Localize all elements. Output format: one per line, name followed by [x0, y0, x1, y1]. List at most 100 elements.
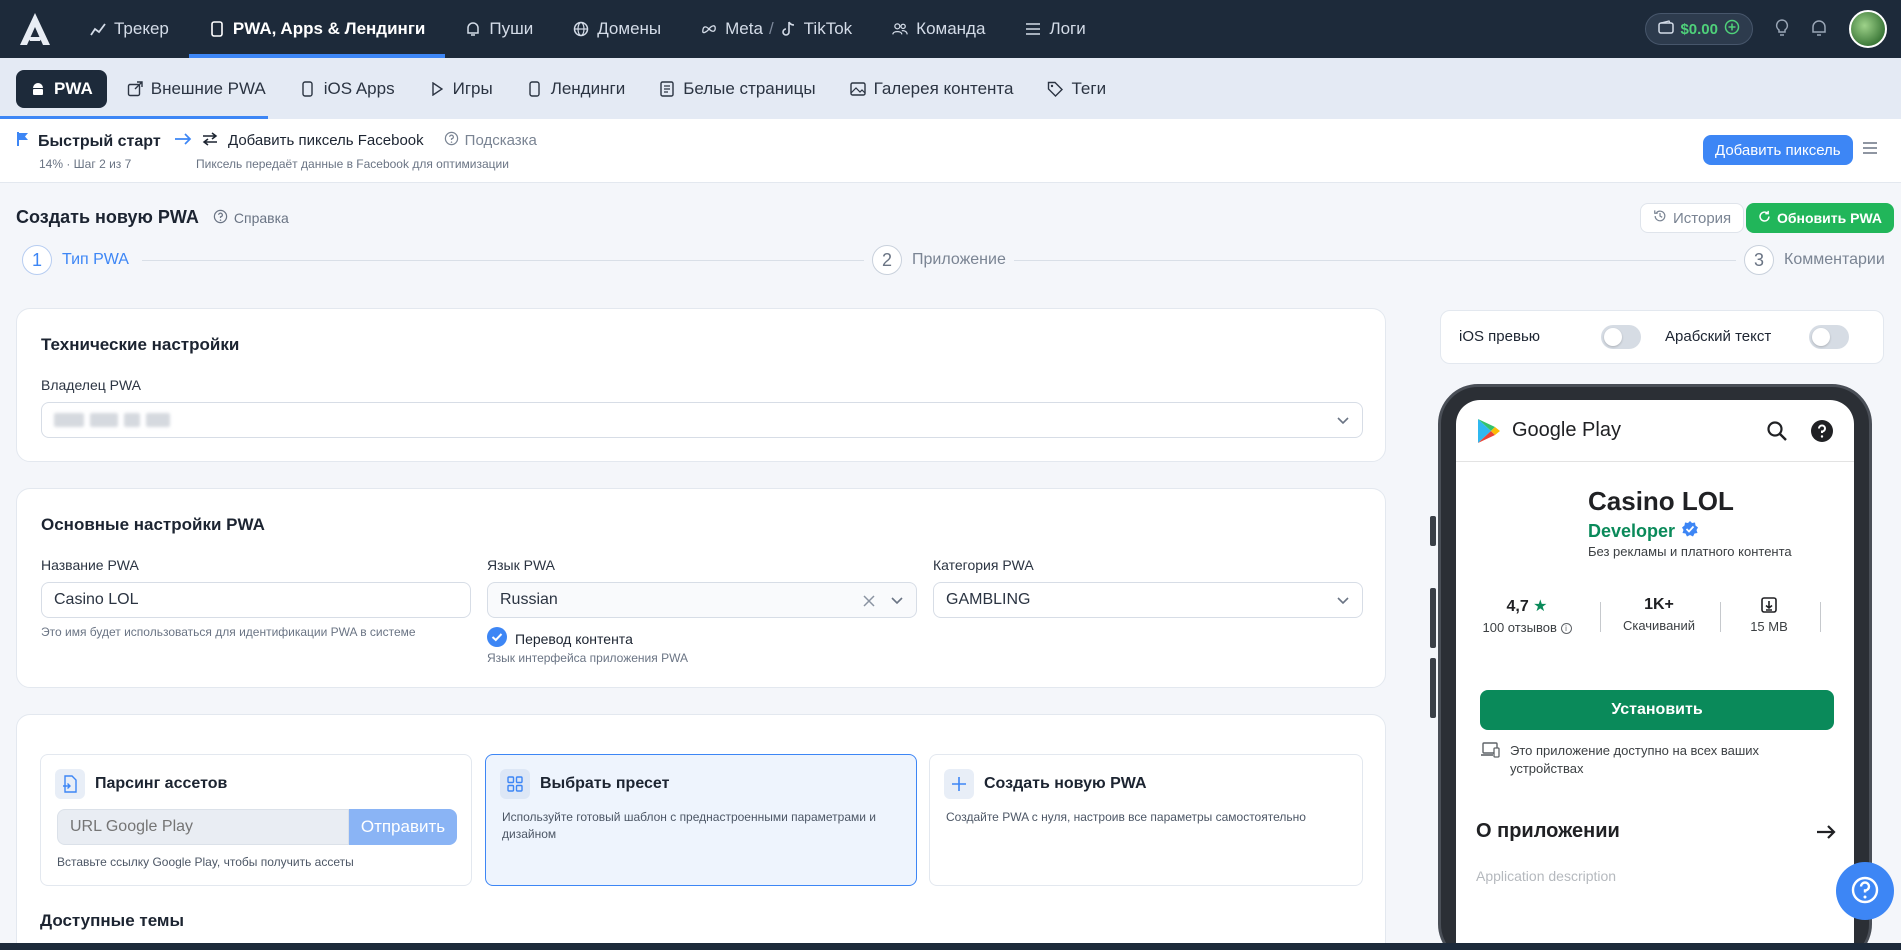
chevron-down-icon — [1336, 593, 1350, 612]
install-button[interactable]: Установить — [1480, 690, 1834, 730]
help-circle-icon[interactable] — [1810, 419, 1834, 446]
subnav-landings[interactable]: Лендинги — [513, 70, 640, 108]
help-link[interactable]: Справка — [213, 209, 289, 227]
page-title: Создать новую PWA Справка — [16, 207, 289, 228]
lightbulb-icon[interactable] — [1775, 18, 1789, 40]
google-play-url-input[interactable] — [57, 809, 349, 845]
submit-url-button[interactable]: Отправить — [349, 809, 457, 845]
translate-content-checkbox[interactable]: Перевод контента — [487, 627, 633, 650]
history-button[interactable]: История — [1640, 203, 1745, 233]
ios-preview-label: iOS превью — [1459, 328, 1541, 345]
subnav-pwa[interactable]: PWA — [16, 69, 107, 108]
phone-side-button — [1430, 588, 1436, 648]
swap-icon — [202, 131, 218, 150]
pwa-category-value: GAMBLING — [946, 591, 1031, 608]
step-1[interactable]: 1 Тип PWA — [22, 245, 137, 275]
stat-divider — [1600, 602, 1601, 632]
stepper-line — [142, 260, 872, 261]
star-icon: ★ — [1533, 598, 1548, 615]
flag-icon — [16, 131, 30, 152]
developer-name: Developer — [1588, 521, 1676, 541]
subnav-gallery-label: Галерея контента — [873, 78, 1014, 98]
option-select-preset[interactable]: Выбрать пресет Используйте готовый шабло… — [485, 754, 917, 886]
subnav-ios-apps[interactable]: iOS Apps — [286, 70, 409, 108]
owner-label: Владелец PWA — [41, 377, 142, 393]
nav-tiktok[interactable]: TikTok — [766, 0, 873, 58]
tag-icon — [1047, 81, 1064, 97]
quickstart-bar: Быстрый старт 14% · Шаг 2 из 7 Добавить … — [0, 119, 1901, 183]
list-icon[interactable] — [1862, 141, 1878, 158]
size-value: 15 MB — [1750, 619, 1788, 634]
nav-logs[interactable]: Логи — [1005, 0, 1105, 58]
nav-tracker[interactable]: Трекер — [70, 0, 189, 58]
ios-preview-switch[interactable] — [1601, 325, 1641, 349]
option-select-preset-title: Выбрать пресет — [540, 775, 670, 792]
step-3[interactable]: 3 Комментарии — [1736, 245, 1885, 275]
owner-value-blurred — [54, 413, 170, 427]
developer[interactable]: Developer — [1588, 520, 1699, 543]
verified-badge-icon — [1681, 520, 1699, 543]
subnav-external-pwa[interactable]: Внешние PWA — [113, 70, 280, 108]
question-circle-icon — [1850, 875, 1880, 908]
clear-icon[interactable] — [862, 594, 876, 613]
pwa-category-select[interactable]: GAMBLING — [933, 582, 1363, 618]
support-fab-button[interactable] — [1836, 862, 1894, 920]
app-name: Casino LOL — [1588, 486, 1734, 516]
option-create-new-header: Создать новую PWA — [944, 769, 1147, 799]
subnav-white-pages[interactable]: Белые страницы — [645, 70, 829, 108]
preview-toggles: iOS превью Арабский текст — [1440, 310, 1884, 364]
meta-icon — [701, 21, 717, 37]
option-create-new[interactable]: Создать новую PWA Создайте PWA с нуля, н… — [929, 754, 1363, 886]
arabic-text-switch[interactable] — [1809, 325, 1849, 349]
arabic-text-label: Арабский текст — [1665, 328, 1772, 345]
quickstart-title[interactable]: Быстрый старт — [16, 131, 161, 152]
subnav-ios-apps-label: iOS Apps — [323, 78, 395, 98]
nav-push[interactable]: Пуши — [445, 0, 553, 58]
page-title-label: Создать новую PWA — [16, 207, 199, 227]
pwa-language-value: Russian — [500, 591, 558, 608]
basic-settings-title: Основные настройки PWA — [41, 515, 265, 534]
nav-team[interactable]: Команда — [872, 0, 1005, 58]
step-2[interactable]: 2 Приложение — [864, 245, 1014, 275]
add-pixel-button[interactable]: Добавить пиксель — [1703, 135, 1853, 165]
pwa-name-value: Casino LOL — [54, 591, 139, 608]
nav-meta[interactable]: Meta — [681, 0, 777, 58]
subnav-white-pages-label: Белые страницы — [683, 78, 816, 98]
about-section-header[interactable]: О приложении — [1476, 820, 1836, 843]
subnav-games-label: Игры — [452, 78, 493, 98]
nav-domains-label: Домены — [597, 19, 662, 38]
phone-icon — [300, 80, 316, 97]
history-icon — [1653, 209, 1667, 227]
subnav-tags-label: Теги — [1071, 78, 1107, 98]
update-pwa-button[interactable]: Обновить PWA — [1746, 203, 1894, 233]
balance-badge[interactable]: $0.00 — [1645, 13, 1753, 45]
plus-circle-icon[interactable] — [1724, 19, 1740, 39]
app-logo-icon[interactable] — [16, 10, 54, 48]
subnav-tags[interactable]: Теги — [1033, 70, 1120, 108]
notification-bell-icon[interactable] — [1811, 19, 1827, 40]
user-avatar[interactable] — [1849, 10, 1887, 48]
subnav-external-pwa-label: Внешние PWA — [150, 78, 266, 98]
tiktok-icon — [780, 21, 796, 37]
option-select-preset-desc: Используйте готовый шаблон с преднастрое… — [502, 810, 877, 841]
chart-icon — [90, 21, 106, 37]
owner-select[interactable] — [41, 402, 1363, 438]
subnav-gallery[interactable]: Галерея контента — [836, 70, 1028, 108]
pwa-name-input[interactable]: Casino LOL — [41, 582, 471, 618]
subnav-games[interactable]: Игры — [415, 70, 507, 108]
search-icon[interactable] — [1766, 420, 1788, 445]
quickstart-hint[interactable]: Подсказка — [444, 131, 537, 150]
balance-value: $0.00 — [1680, 20, 1718, 38]
available-themes-title: Доступные темы — [40, 911, 185, 930]
option-create-new-title: Создать новую PWA — [984, 775, 1147, 792]
app-stats: 4,7 ★ 100 отзывов i 1K+ Скачиваний 15 MB — [1472, 596, 1842, 640]
option-parse-assets[interactable]: Парсинг ассетов Отправить Вставьте ссылк… — [40, 754, 472, 886]
option-parse-assets-header: Парсинг ассетов — [55, 769, 227, 799]
nav-domains[interactable]: Домены — [553, 0, 681, 58]
file-import-icon — [55, 769, 85, 799]
pwa-language-select[interactable]: Russian — [487, 582, 917, 618]
nav-pwa[interactable]: PWA, Apps & Лендинги — [188, 0, 446, 58]
play-icon — [429, 81, 445, 97]
rating-value: 4,7 — [1506, 598, 1529, 615]
nav-push-label: Пуши — [489, 19, 534, 38]
